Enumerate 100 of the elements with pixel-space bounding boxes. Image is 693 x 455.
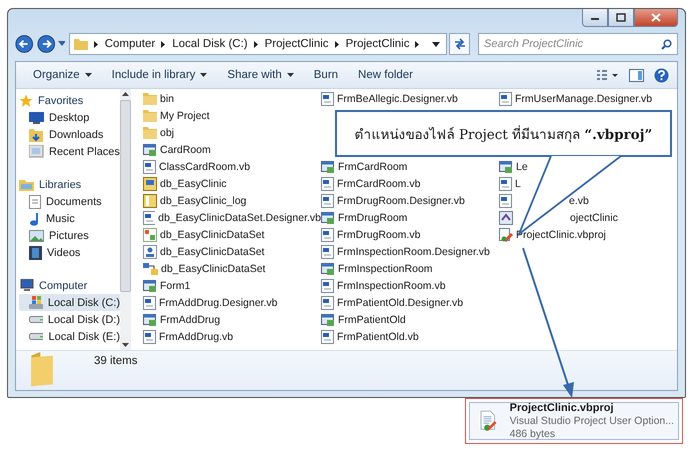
file-name[interactable]: ClassCardRoom.vb — [159, 160, 250, 172]
sidebar-item[interactable]: Recent Places — [19, 143, 120, 160]
code-file-icon — [321, 176, 334, 190]
sidebar-item[interactable]: Pictures — [19, 227, 120, 244]
file-name[interactable]: db_EasyClinicDataSet — [160, 246, 264, 258]
sidebar-item[interactable]: Local Disk (D:) — [19, 311, 120, 328]
toolbar-button[interactable]: New folder — [353, 67, 418, 83]
document-icon — [29, 194, 41, 208]
log-file-icon — [143, 194, 157, 208]
caret-icon — [286, 73, 294, 77]
file-name[interactable]: db_EasyClinic — [160, 178, 227, 190]
forward-button[interactable] — [36, 33, 55, 55]
file-name[interactable]: FrmDrugRoom.Designer.vb — [337, 194, 465, 206]
file-name[interactable]: FrmPatientOld.vb — [337, 330, 419, 342]
view-options-icon[interactable] — [597, 69, 619, 81]
file-name[interactable]: db_EasyClinicDataSet.Designer.vb — [158, 212, 321, 224]
toolbar-button[interactable]: Share with — [222, 67, 299, 83]
file-name[interactable]: db_EasyClinicDataSet — [160, 228, 264, 240]
toolbar-button[interactable]: Burn — [308, 67, 344, 83]
minimize-button[interactable] — [582, 9, 608, 27]
sidebar-item[interactable]: Desktop — [19, 109, 120, 126]
file-name[interactable]: FrmPatientOld — [338, 314, 406, 326]
sidebar-group[interactable]: Computer — [19, 277, 120, 294]
sidebar-item[interactable]: Music — [19, 210, 120, 227]
file-name[interactable]: My Project — [160, 110, 210, 122]
sidebar-item[interactable]: Local Disk (E:) — [19, 328, 120, 345]
sidebar-item[interactable]: Local Disk (C:) — [19, 294, 120, 311]
search-icon[interactable] — [660, 39, 672, 50]
file-name[interactable]: FrmCardRoom.vb — [337, 178, 420, 190]
maximize-icon — [616, 13, 626, 22]
code-file-icon — [321, 244, 334, 258]
file-name[interactable]: FrmAddDrug.Designer.vb — [159, 296, 278, 308]
toolbar-button[interactable]: Include in library — [106, 67, 212, 83]
form-icon — [143, 143, 157, 156]
chevron-icon — [161, 40, 166, 48]
form-icon — [499, 160, 513, 173]
file-name[interactable]: Le — [516, 160, 528, 172]
toolbar-button[interactable]: Organize — [28, 67, 97, 83]
breadcrumb-item[interactable]: ProjectClinic — [346, 38, 410, 50]
breadcrumb-item[interactable]: Local Disk (C:) — [172, 38, 248, 50]
address-bar[interactable]: Computer Local Disk (C:) ProjectClinic ProjectClinic — [68, 33, 448, 55]
file-name[interactable]: FrmInspectionRoom.Designer.vb — [337, 246, 490, 258]
scroll-up-icon[interactable] — [122, 92, 129, 96]
code-file-icon — [321, 278, 334, 292]
search-field[interactable]: Search ProjectClinic — [478, 33, 678, 55]
breadcrumb-item[interactable]: Computer — [104, 38, 156, 50]
close-button[interactable] — [634, 9, 678, 27]
file-name[interactable]: FrmBeAllegic.Designer.vb — [337, 92, 458, 104]
preview-pane-icon[interactable] — [629, 68, 644, 82]
drive-icon — [29, 316, 43, 323]
sidebar-item[interactable]: Videos — [19, 244, 120, 261]
form-icon — [321, 160, 335, 173]
sidebar-group[interactable]: Libraries — [19, 176, 120, 193]
file-name[interactable]: Form1 — [160, 280, 190, 292]
scrollbar[interactable] — [120, 89, 131, 350]
file-name[interactable]: FrmAddDrug.vb — [159, 330, 234, 342]
form-icon — [143, 279, 157, 292]
code-file-icon — [499, 194, 512, 208]
help-icon[interactable] — [654, 68, 669, 82]
file-name[interactable]: FrmAddDrug — [160, 314, 220, 326]
code-file-icon — [321, 92, 334, 106]
code-file-icon — [143, 296, 156, 310]
database-file-icon — [143, 176, 157, 190]
file-name[interactable]: bin — [160, 92, 174, 104]
sidebar-group[interactable]: Favorites — [19, 92, 120, 109]
file-name[interactable]: FrmPatientOld.Designer.vb — [337, 296, 464, 308]
sidebar-item[interactable]: Downloads — [19, 126, 120, 143]
dataset-file-icon — [143, 228, 157, 242]
back-button[interactable] — [15, 33, 34, 55]
file-name[interactable]: L — [515, 178, 521, 190]
code-file-icon — [143, 330, 156, 344]
scroll-down-icon[interactable] — [122, 343, 129, 347]
dropdown-icon[interactable] — [432, 42, 440, 46]
file-name[interactable]: obj — [160, 126, 174, 138]
code-file-icon — [321, 296, 334, 310]
film-icon — [29, 246, 42, 260]
file-name[interactable]: FrmInspectionRoom — [338, 262, 433, 274]
code-file-icon — [499, 92, 512, 106]
file-name[interactable]: db_EasyClinicDataSet — [161, 262, 266, 274]
maximize-button[interactable] — [608, 9, 634, 27]
file-name[interactable]: ProjectClinic.vbproj — [516, 228, 606, 240]
file-name[interactable]: FrmDrugRoom — [338, 212, 408, 224]
folder-download-icon — [29, 128, 44, 142]
breadcrumb-item[interactable]: ProjectClinic — [264, 38, 329, 50]
sidebar-item[interactable]: Documents — [19, 193, 120, 210]
file-name[interactable]: FrmInspectionRoom.vb — [337, 280, 446, 292]
refresh-button[interactable] — [449, 33, 470, 55]
form-icon — [321, 211, 335, 224]
file-name[interactable]: e.vb — [569, 194, 589, 206]
file-name[interactable]: FrmUserManage.Designer.vb — [515, 92, 652, 104]
file-type: Visual Studio Project User Option... — [510, 414, 674, 428]
file-name[interactable]: CardRoom — [160, 144, 211, 156]
file-name[interactable]: db_EasyClinic_log — [160, 194, 246, 206]
diagram-file-icon — [143, 262, 158, 275]
file-name[interactable]: FrmCardRoom — [338, 160, 408, 172]
file-name[interactable]: ojectClinic — [570, 212, 618, 224]
file-preview-card[interactable]: ProjectClinic.vbproj Visual Studio Project User Option... 486 bytes — [465, 398, 683, 444]
file-name[interactable]: FrmDrugRoom.vb — [337, 228, 420, 240]
project-file-icon — [499, 228, 513, 242]
history-dropdown-icon[interactable] — [58, 41, 65, 47]
